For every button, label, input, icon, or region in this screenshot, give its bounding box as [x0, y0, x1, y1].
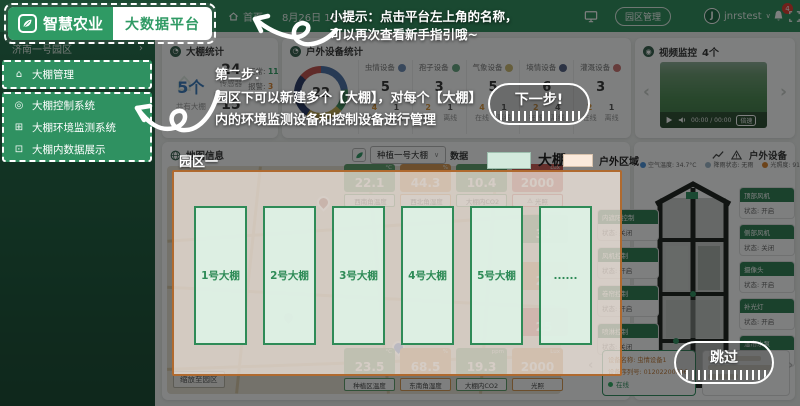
greenhouse-box[interactable]: 2号大棚: [263, 206, 316, 345]
greenhouse-row: 1号大棚 2号大棚 3号大棚 4号大棚 5号大棚 ......: [194, 206, 592, 345]
legend-outdoor-swatch: [563, 154, 593, 167]
tutorial-tip-line1: 小提示：点击平台左上角的名称，: [330, 6, 518, 25]
menu-item-icon: ◎: [13, 100, 25, 111]
skip-button[interactable]: 跳过: [674, 341, 774, 384]
app-logo[interactable]: 智慧农业 大数据平台: [8, 7, 212, 40]
menu-item-icon: ⊡: [13, 144, 25, 155]
product-name: 大数据平台: [113, 7, 212, 40]
tutorial-arrow-to-logo: [240, 2, 340, 52]
logo-highlight-box: 智慧农业 大数据平台: [4, 3, 216, 44]
park-one-title: 园区一: [179, 151, 218, 170]
leaf-logo-icon: [18, 14, 37, 33]
legend-greenhouse-label: 大棚: [538, 150, 566, 170]
next-step-button[interactable]: 下一步!: [488, 83, 590, 125]
legend-greenhouse: 大棚: [487, 150, 566, 170]
button-hatch-decoration: [494, 111, 584, 121]
park-one-panel: 1号大棚 2号大棚 3号大棚 4号大棚 5号大棚 ......: [172, 170, 622, 376]
greenhouse-box[interactable]: 5号大棚: [470, 206, 523, 345]
greenhouse-box[interactable]: 4号大棚: [401, 206, 454, 345]
tutorial-step-line1: 园区下可以新建多个【大棚】，对每个【大棚】: [215, 87, 482, 106]
legend-outdoor: 户外区域: [563, 153, 639, 168]
menu-item-icon: ⊞: [13, 122, 25, 133]
greenhouse-box[interactable]: 1号大棚: [194, 206, 247, 345]
brand-name: 智慧农业: [43, 13, 103, 34]
legend-outdoor-label: 户外区域: [599, 153, 639, 168]
legend-greenhouse-swatch: [487, 152, 531, 169]
button-hatch-decoration: [680, 370, 768, 380]
greenhouse-icon: ⌂: [13, 69, 25, 80]
greenhouse-box[interactable]: ......: [539, 206, 592, 345]
sidebar-item[interactable]: ⊡ 大棚内数据展示: [4, 138, 150, 160]
greenhouse-box[interactable]: 3号大棚: [332, 206, 385, 345]
tutorial-step-line2: 内的环境监测设备和控制设备进行管理: [215, 109, 436, 128]
tutorial-arrow-to-menu: [128, 78, 223, 140]
tutorial-tip-line2: 可以再次查看新手指引哦~: [330, 24, 478, 43]
app-root: 首页 8月26日 16:10 园区管理 J jnrstest ∨ 4: [0, 0, 800, 406]
